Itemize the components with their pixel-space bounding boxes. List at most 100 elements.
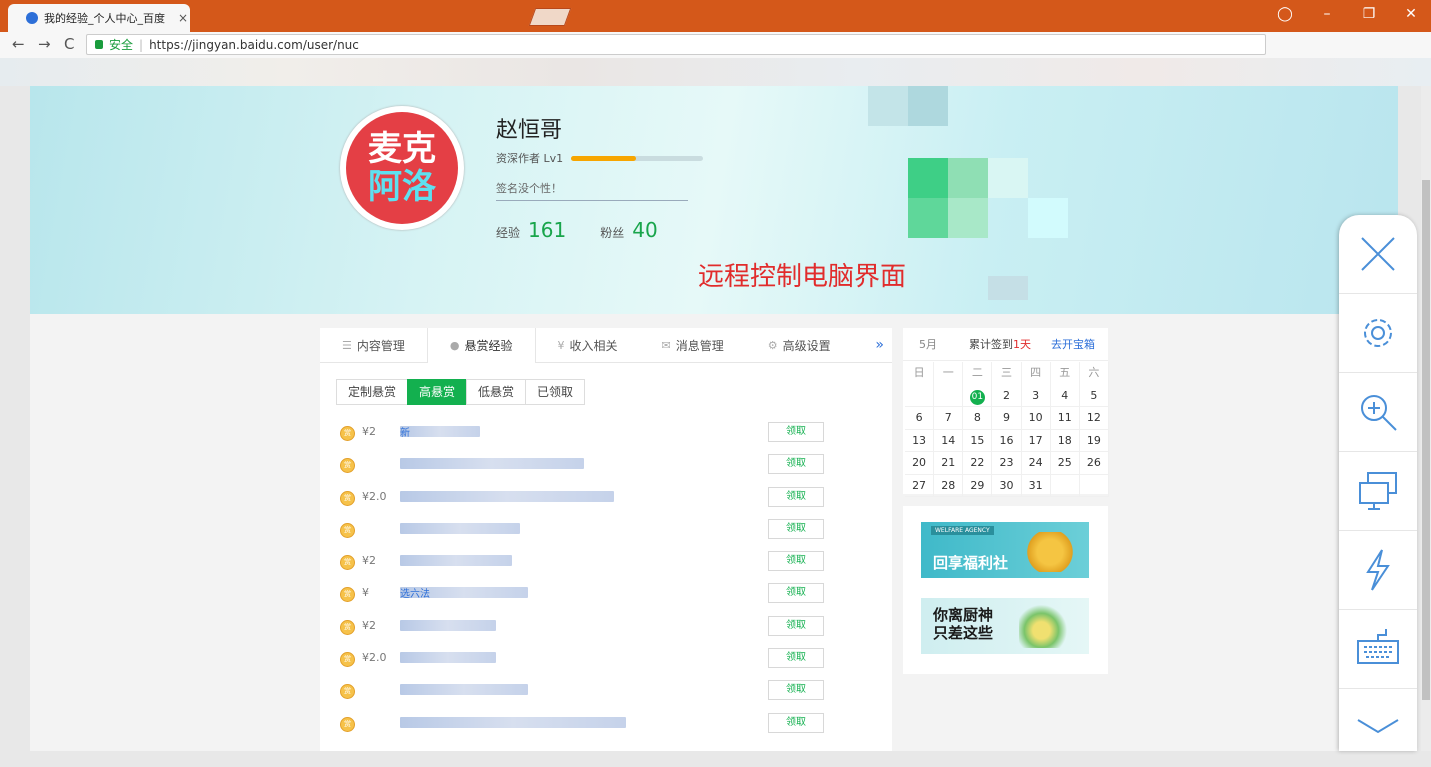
- reward-title-blurred[interactable]: [400, 555, 512, 567]
- list-item: 赏 领取: [338, 518, 878, 551]
- calendar-day[interactable]: 26: [1079, 452, 1109, 475]
- url-input[interactable]: 安全 | https://jingyan.baidu.com/user/nuc: [86, 34, 1266, 55]
- fans-value[interactable]: 40: [632, 218, 657, 242]
- calendar-day[interactable]: 22: [963, 452, 993, 475]
- calendar-day[interactable]: 3: [1021, 384, 1051, 407]
- tab-label: 内容管理: [356, 338, 405, 353]
- calendar-day[interactable]: 11: [1050, 407, 1080, 430]
- claim-button[interactable]: 领取: [768, 422, 824, 442]
- claim-button[interactable]: 领取: [768, 680, 824, 701]
- calendar-day[interactable]: 21: [934, 452, 964, 475]
- reward-title[interactable]: 新: [400, 424, 410, 439]
- calendar-day[interactable]: 18: [1050, 429, 1080, 452]
- avatar[interactable]: 麦克 阿洛: [340, 106, 464, 230]
- calendar-day[interactable]: 7: [934, 407, 964, 430]
- reward-title-blurred[interactable]: [400, 522, 520, 534]
- calendar-day[interactable]: 17: [1021, 429, 1051, 452]
- ad-banner-chef[interactable]: 你离厨神 只差这些: [921, 598, 1089, 654]
- coin-icon: 赏: [340, 490, 355, 506]
- claim-button[interactable]: 领取: [768, 712, 824, 733]
- calendar-day[interactable]: 4: [1050, 384, 1080, 407]
- weekday-label: 二: [963, 362, 993, 385]
- calendar-day[interactable]: 13: [905, 429, 935, 452]
- calendar-day[interactable]: 5: [1079, 384, 1109, 407]
- toolbar-keyboard-button[interactable]: [1339, 610, 1417, 689]
- tab-coin[interactable]: ● 悬赏经验: [426, 328, 536, 363]
- subtab-3[interactable]: 已领取: [525, 379, 586, 405]
- browser-tab[interactable]: 我的经验_个人中心_百度 ×: [8, 4, 190, 32]
- calendar-day[interactable]: 29: [963, 474, 993, 497]
- forward-button[interactable]: →: [38, 35, 51, 53]
- exp-value[interactable]: 161: [528, 218, 566, 242]
- calendar-day[interactable]: 24: [1021, 452, 1051, 475]
- tab-list[interactable]: ☰ 内容管理: [320, 328, 427, 362]
- reward-title-blurred[interactable]: [400, 652, 496, 664]
- calendar-day[interactable]: 6: [905, 407, 935, 430]
- calendar-day[interactable]: 10: [1021, 407, 1051, 430]
- calendar-day[interactable]: 27: [905, 474, 935, 497]
- calendar-day[interactable]: 14: [934, 429, 964, 452]
- calendar-day[interactable]: 2: [992, 384, 1022, 407]
- calendar-day[interactable]: 30: [992, 474, 1022, 497]
- claim-button[interactable]: 领取: [768, 583, 824, 604]
- toolbar-zoom-button[interactable]: [1339, 373, 1417, 452]
- calendar-day: [905, 384, 935, 407]
- claim-button[interactable]: 领取: [768, 648, 824, 669]
- claim-button[interactable]: 领取: [768, 454, 824, 475]
- toolbar-display-button[interactable]: [1339, 452, 1417, 531]
- scrollbar-thumb[interactable]: [1422, 180, 1430, 700]
- reload-button[interactable]: C: [64, 35, 74, 53]
- calendar-month: 5月: [919, 338, 937, 351]
- toolbar-settings-button[interactable]: [1339, 294, 1417, 373]
- calendar-day[interactable]: 12: [1079, 407, 1109, 430]
- close-window-button[interactable]: ✕: [1401, 6, 1421, 22]
- calendar-day[interactable]: 9: [992, 407, 1022, 430]
- claim-button[interactable]: 领取: [768, 615, 824, 636]
- tab-gear[interactable]: ⚙ 高级设置: [746, 328, 853, 362]
- calendar-day[interactable]: 23: [992, 452, 1022, 475]
- toolbar-close-button[interactable]: [1339, 215, 1417, 294]
- calendar-day-today[interactable]: 01: [963, 384, 993, 407]
- subtab-2[interactable]: 低悬赏: [466, 379, 527, 405]
- minimize-button[interactable]: –: [1317, 6, 1337, 22]
- restore-button[interactable]: ❐: [1359, 6, 1379, 22]
- ad-banner-welfare[interactable]: WELFARE AGENCY 回享福利社: [921, 522, 1089, 578]
- claim-button[interactable]: 领取: [768, 551, 824, 572]
- reward-title-blurred[interactable]: 新: [400, 424, 480, 439]
- toolbar-collapse-button[interactable]: [1339, 689, 1417, 767]
- reward-title-blurred[interactable]: [400, 716, 626, 728]
- reward-title-blurred[interactable]: [400, 458, 584, 470]
- account-icon[interactable]: ◯: [1275, 6, 1295, 22]
- calendar-day[interactable]: 8: [963, 407, 993, 430]
- calendar-day[interactable]: 15: [963, 429, 993, 452]
- open-chest-link[interactable]: 去开宝箱: [1051, 336, 1095, 352]
- tab-mail[interactable]: ✉ 消息管理: [640, 328, 746, 362]
- claim-button[interactable]: 领取: [768, 518, 824, 539]
- calendar-day[interactable]: 16: [992, 429, 1022, 452]
- weekday-label: 四: [1022, 362, 1051, 385]
- calendar-day[interactable]: 28: [934, 474, 964, 497]
- signature[interactable]: 签名没个性！: [496, 180, 688, 201]
- calendar-day[interactable]: 20: [905, 452, 935, 475]
- tab-close-button[interactable]: ×: [178, 11, 188, 25]
- page-scrollbar[interactable]: [1421, 86, 1431, 751]
- toolbar-shortcut-button[interactable]: [1339, 531, 1417, 610]
- reward-title-blurred[interactable]: 选六法: [400, 585, 528, 600]
- subtab-0[interactable]: 定制悬赏: [336, 379, 409, 405]
- calendar-day[interactable]: 31: [1021, 474, 1051, 497]
- calendar-day[interactable]: 25: [1050, 452, 1080, 475]
- calendar-day[interactable]: 19: [1079, 429, 1109, 452]
- list-item: 赏 ¥2 领取: [338, 551, 878, 583]
- weekday-label: 六: [1080, 362, 1109, 385]
- reward-title-blurred[interactable]: [400, 490, 614, 502]
- mosaic-block: [948, 198, 988, 238]
- reward-title[interactable]: 选六法: [400, 585, 430, 600]
- reward-title-blurred[interactable]: [400, 619, 496, 631]
- reward-title-blurred[interactable]: [400, 684, 528, 696]
- back-button[interactable]: ←: [12, 35, 25, 53]
- new-tab-button[interactable]: [528, 8, 572, 26]
- claim-button[interactable]: 领取: [768, 486, 824, 507]
- tab-yen[interactable]: ¥ 收入相关: [536, 328, 640, 362]
- tabs-more-button[interactable]: »: [875, 337, 884, 353]
- subtab-1[interactable]: 高悬赏: [407, 379, 468, 405]
